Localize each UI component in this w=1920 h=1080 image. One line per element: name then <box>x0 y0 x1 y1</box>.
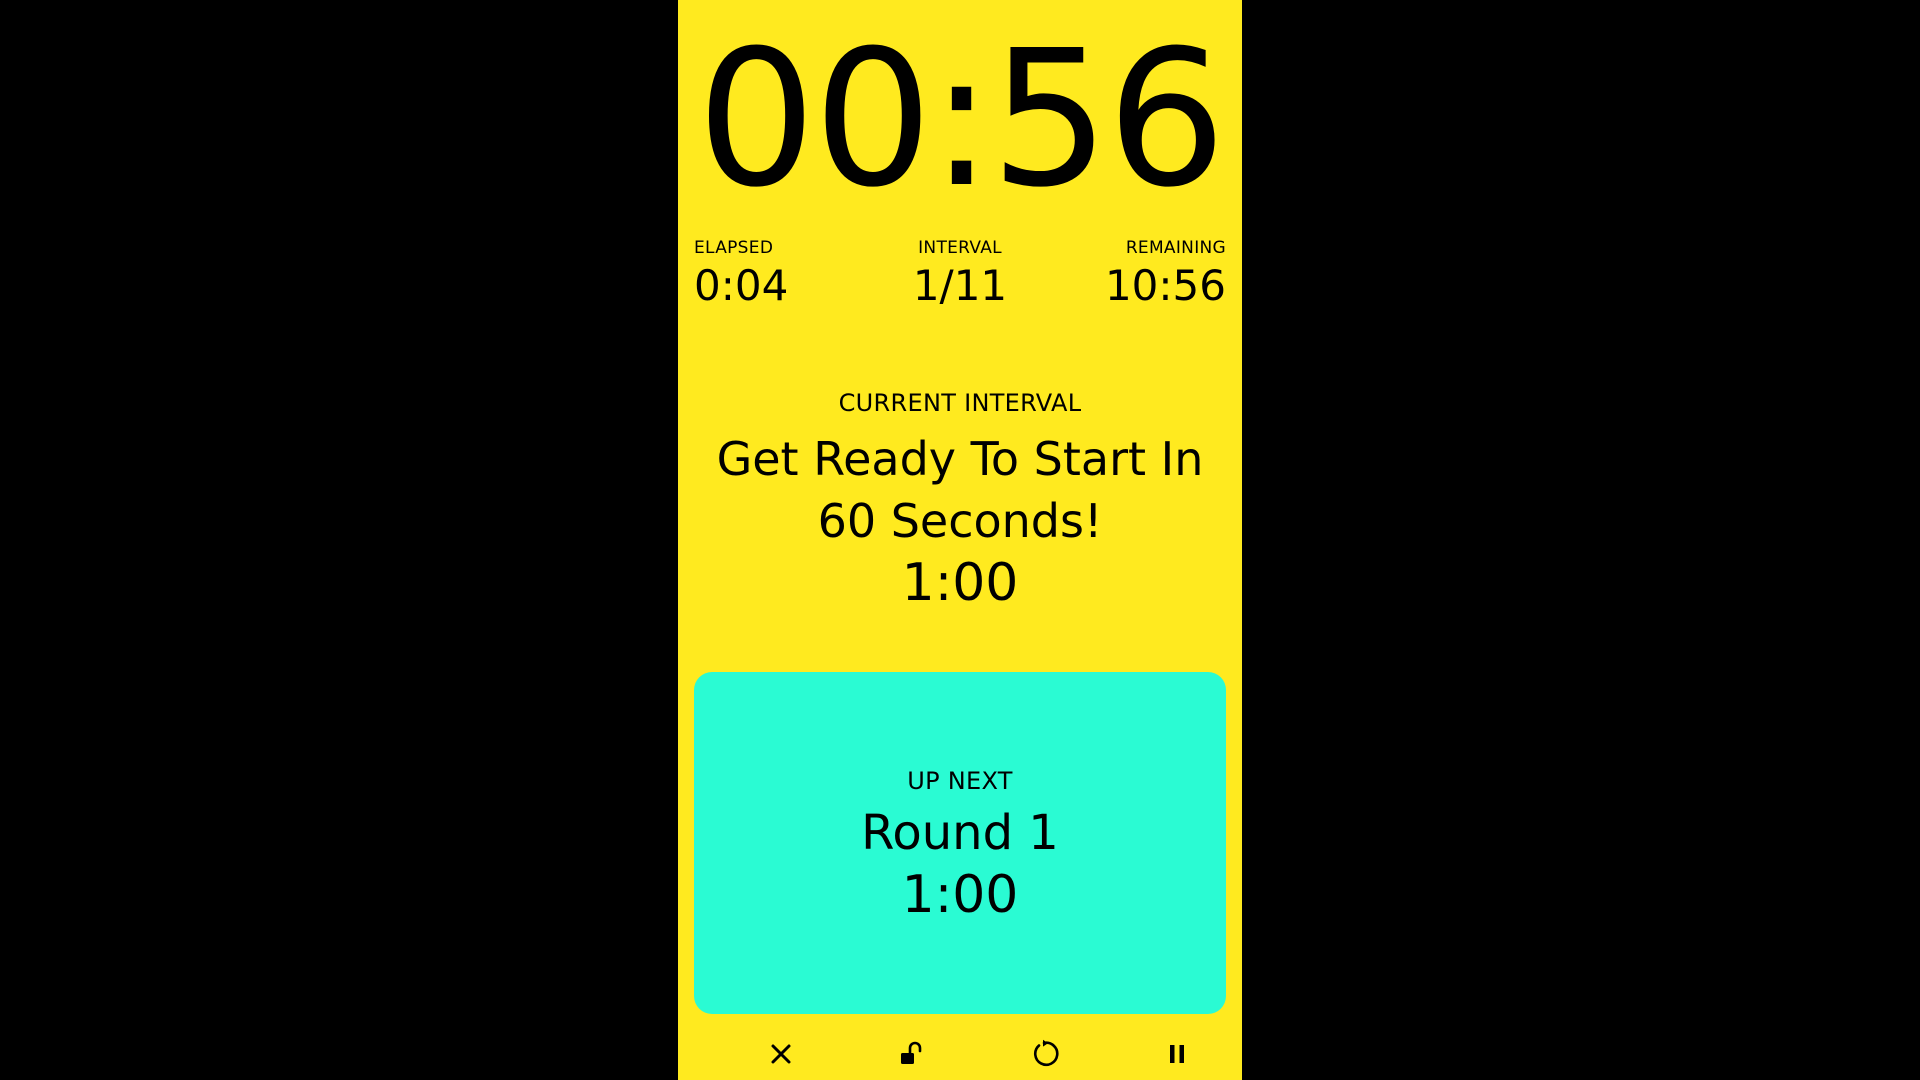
remaining-stat: REMAINING 10:56 <box>1066 238 1226 312</box>
restart-icon <box>1034 1039 1059 1067</box>
lock-toggle-button[interactable] <box>892 1034 932 1074</box>
current-interval-name: Get Ready To Start In 60 Seconds! <box>716 432 1204 548</box>
current-interval-section: CURRENT INTERVAL Get Ready To Start In 6… <box>678 388 1242 614</box>
pause-icon <box>1170 1045 1184 1063</box>
elapsed-label: ELAPSED <box>694 238 774 258</box>
control-bar <box>678 1034 1242 1074</box>
up-next-label: UP NEXT <box>907 767 1013 795</box>
current-interval-duration: 1:00 <box>901 553 1019 613</box>
up-next-card: UP NEXT Round 1 1:00 <box>694 672 1226 1014</box>
close-button[interactable] <box>761 1034 801 1074</box>
interval-stat: INTERVAL 1/11 <box>880 238 1040 312</box>
close-icon <box>771 1044 791 1064</box>
up-next-name: Round 1 <box>861 805 1059 861</box>
timer-screen: 00:56 ELAPSED 0:04 INTERVAL 1/11 REMAINI… <box>678 0 1242 1080</box>
remaining-label: REMAINING <box>1125 238 1226 258</box>
interval-value: 1/11 <box>912 261 1008 310</box>
elapsed-value: 0:04 <box>694 261 789 310</box>
current-interval-label: CURRENT INTERVAL <box>838 389 1082 417</box>
unlock-icon <box>901 1041 922 1064</box>
pause-button[interactable] <box>1157 1034 1197 1074</box>
up-next-duration: 1:00 <box>901 865 1019 925</box>
elapsed-stat: ELAPSED 0:04 <box>694 238 854 312</box>
remaining-value: 10:56 <box>1104 261 1226 310</box>
main-countdown: 00:56 <box>696 10 1227 229</box>
interval-label: INTERVAL <box>918 238 1002 258</box>
restart-button[interactable] <box>1024 1034 1064 1074</box>
